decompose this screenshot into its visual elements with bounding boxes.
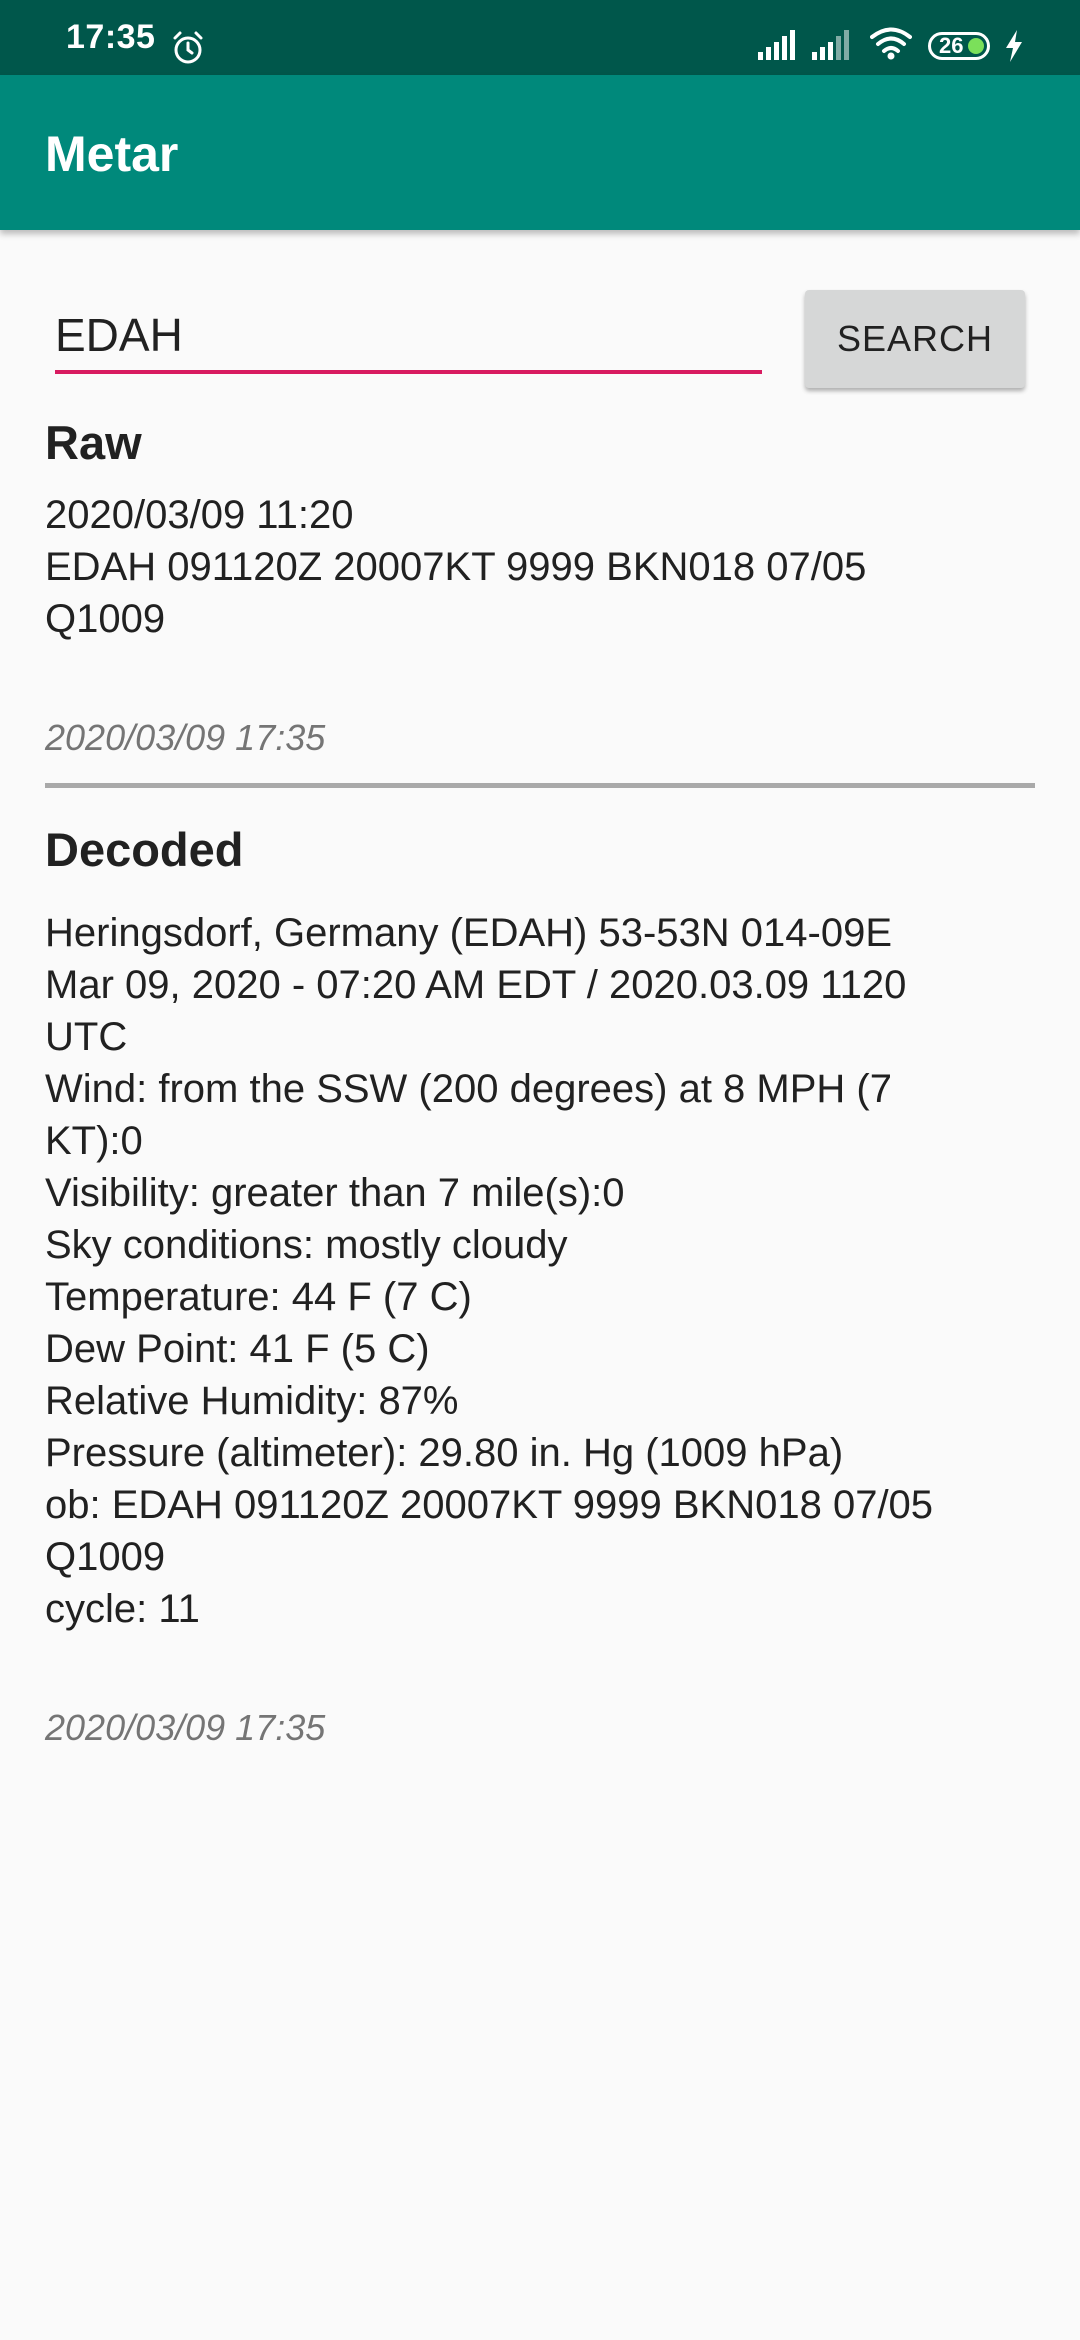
- app-title: Metar: [45, 126, 179, 182]
- status-bar: 17:35 26: [0, 0, 1080, 75]
- raw-line: Q1009: [45, 597, 166, 641]
- decoded-line: Relative Humidity: 87%: [45, 1379, 459, 1423]
- decoded-line: Heringsdorf, Germany (EDAH) 53-53N 014-0…: [45, 911, 893, 955]
- raw-text: 2020/03/09 11:20 EDAH 091120Z 20007KT 99…: [45, 489, 1035, 645]
- battery-fill: [968, 38, 984, 54]
- decoded-line: Pressure (altimeter): 29.80 in. Hg (1009…: [45, 1431, 844, 1475]
- decoded-text: Heringsdorf, Germany (EDAH) 53-53N 014-0…: [45, 907, 1035, 1635]
- decoded-line: Temperature: 44 F (7 C): [45, 1275, 472, 1319]
- battery-icon: 26: [928, 32, 990, 60]
- raw-heading: Raw: [45, 416, 142, 469]
- search-button[interactable]: SEARCH: [805, 290, 1025, 388]
- decoded-line: Dew Point: 41 F (5 C): [45, 1327, 430, 1371]
- battery-level: 26: [939, 33, 964, 58]
- station-search-input[interactable]: [55, 300, 762, 374]
- signal-icon: [758, 30, 795, 60]
- decoded-line: cycle: 11: [45, 1587, 200, 1631]
- status-icons: 26: [740, 0, 1080, 75]
- section-divider: [45, 783, 1035, 788]
- decoded-line: ob: EDAH 091120Z 20007KT 9999 BKN018 07/…: [45, 1483, 934, 1527]
- raw-line: 2020/03/09 11:20: [45, 493, 354, 537]
- decoded-heading: Decoded: [45, 823, 244, 876]
- decoded-line: Wind: from the SSW (200 degrees) at 8 MP…: [45, 1067, 892, 1111]
- decoded-line: Q1009: [45, 1535, 166, 1579]
- wifi-icon: [870, 27, 912, 60]
- decoded-line: Visibility: greater than 7 mile(s):0: [45, 1171, 625, 1215]
- alarm-icon: [173, 31, 203, 64]
- status-time: 17:35: [66, 18, 156, 56]
- raw-timestamp: 2020/03/09 17:35: [45, 717, 326, 758]
- app-bar: Metar: [0, 75, 1080, 230]
- charging-icon: [1006, 30, 1022, 62]
- decoded-line: Mar 09, 2020 - 07:20 AM EDT / 2020.03.09…: [45, 963, 907, 1007]
- decoded-line: Sky conditions: mostly cloudy: [45, 1223, 568, 1267]
- decoded-line: UTC: [45, 1015, 128, 1059]
- signal-icon: [812, 30, 849, 60]
- decoded-line: KT):0: [45, 1119, 143, 1163]
- raw-line: EDAH 091120Z 20007KT 9999 BKN018 07/05: [45, 545, 867, 589]
- decoded-timestamp: 2020/03/09 17:35: [45, 1707, 326, 1748]
